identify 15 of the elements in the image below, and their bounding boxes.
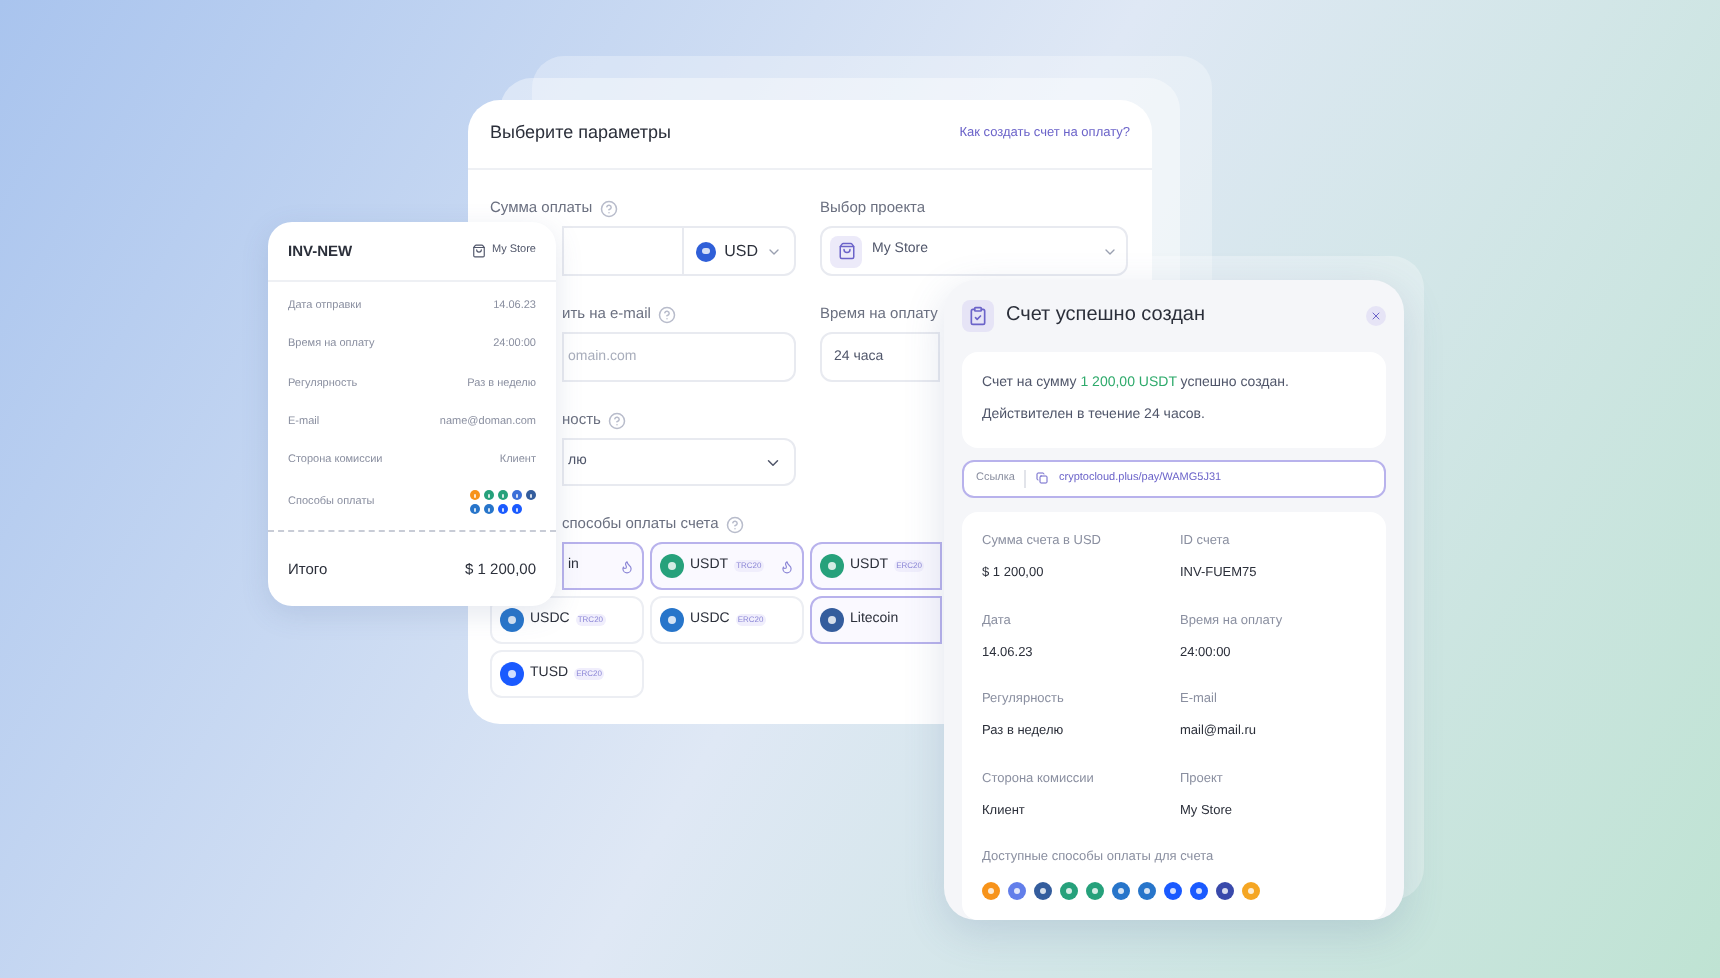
help-icon[interactable] [608, 411, 627, 429]
form-title: Выберите параметры [490, 120, 671, 147]
bag-icon [830, 235, 862, 267]
dialog-title: Счет успешно создан [1006, 302, 1208, 331]
amount-field[interactable]: USD [562, 226, 796, 276]
close-button[interactable] [1366, 305, 1386, 326]
copy-icon[interactable] [1036, 472, 1049, 485]
help-icon[interactable] [658, 305, 677, 323]
help-icon[interactable] [726, 515, 745, 533]
bag-icon [471, 244, 486, 258]
close-icon [1370, 309, 1382, 322]
currency-select[interactable]: USD [682, 228, 794, 274]
invoice-check-icon [962, 299, 994, 332]
coin-icon [696, 241, 717, 261]
help-icon[interactable] [600, 199, 619, 217]
